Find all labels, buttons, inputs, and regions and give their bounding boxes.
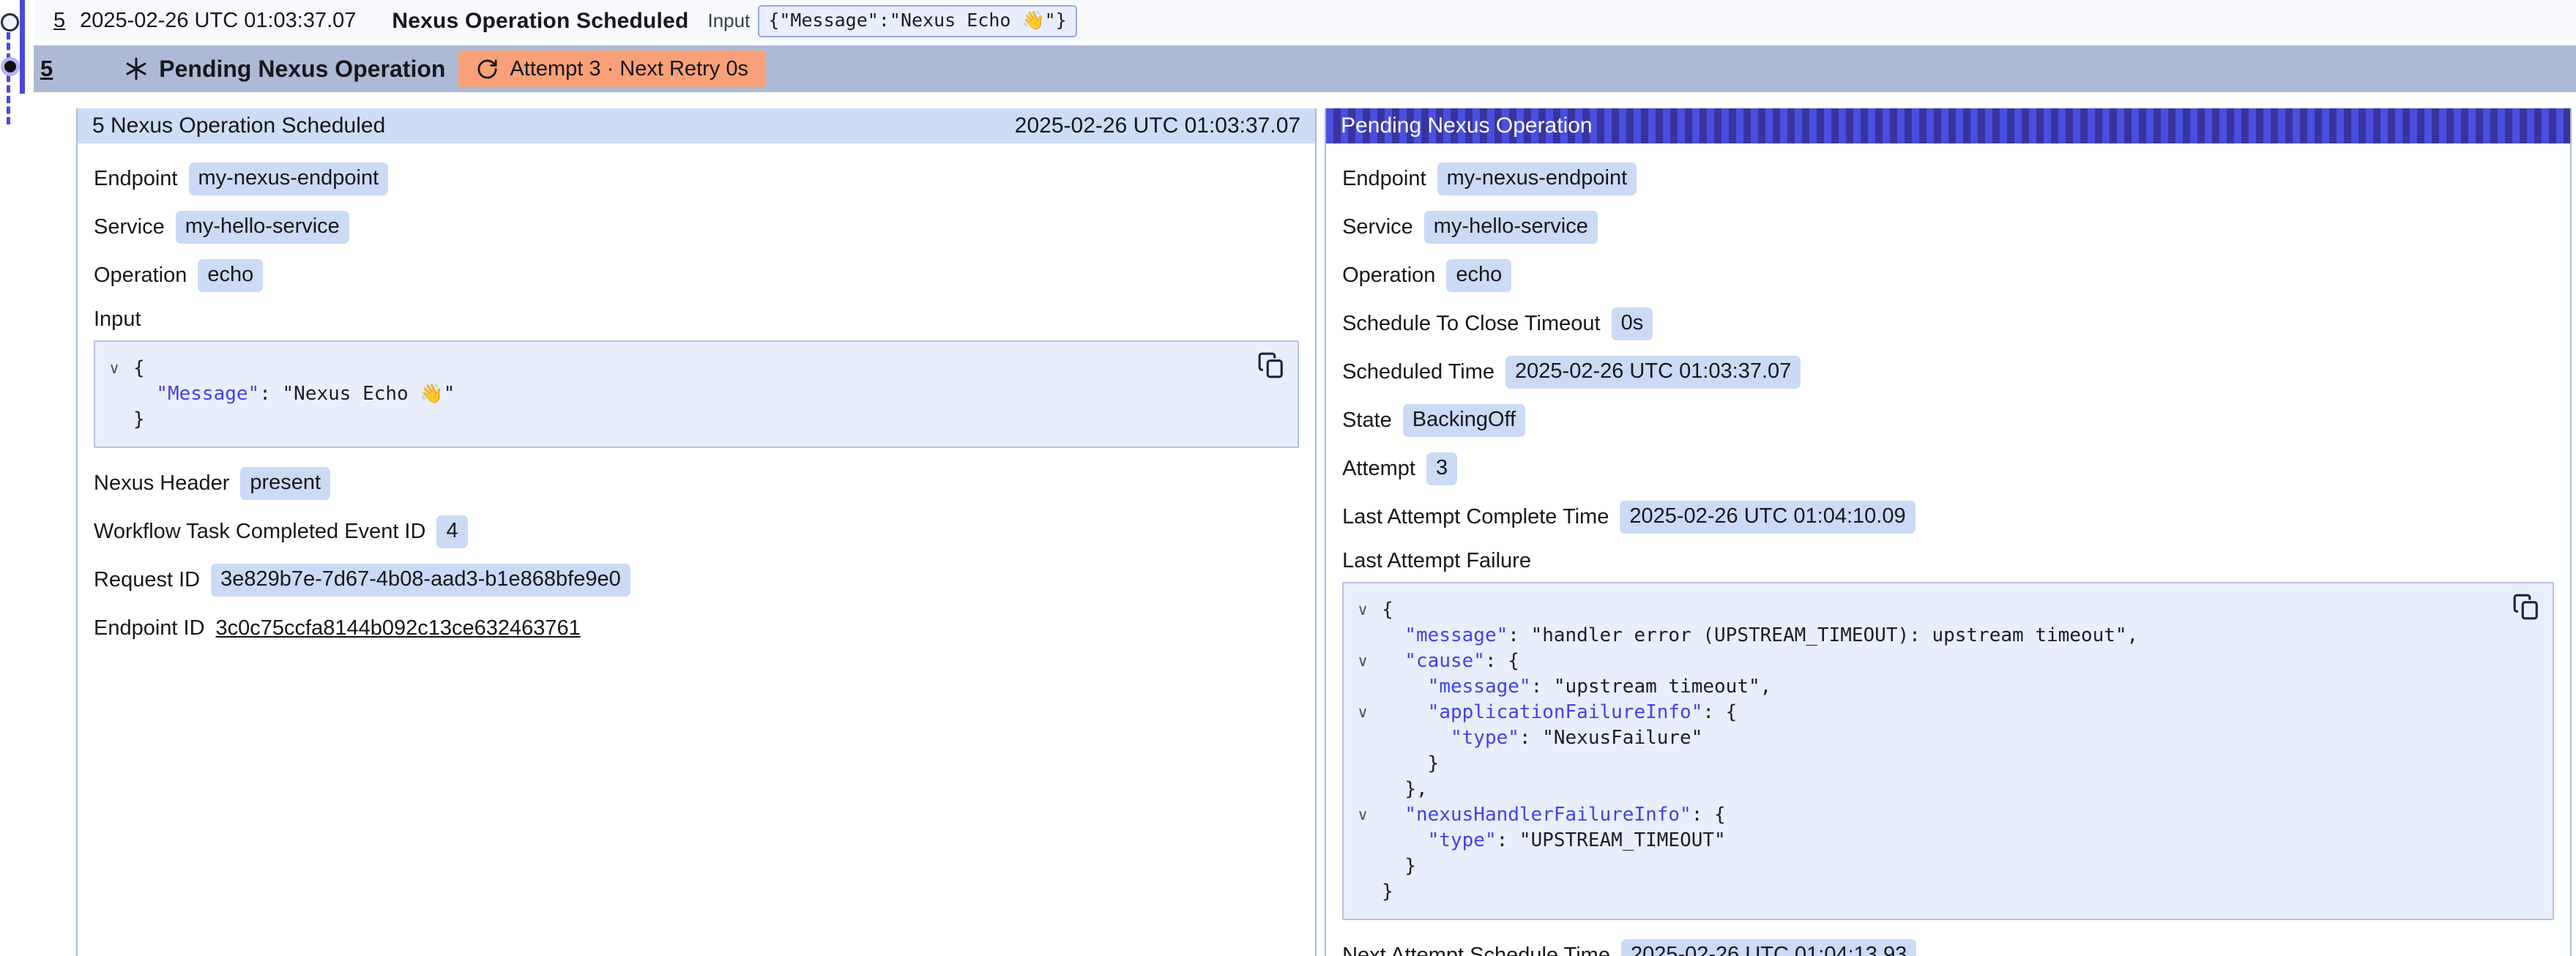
copy-button[interactable] [1257,351,1286,381]
panel-body: Endpoint my-nexus-endpoint Service my-he… [1326,143,2570,956]
event-timestamp: 2025-02-26 UTC 01:03:37.07 [80,9,356,33]
field-value-badge: present [240,467,330,500]
copy-button[interactable] [2512,593,2541,622]
attempt-badge-text: Attempt 3 · Next Retry 0s [510,57,748,81]
field-scheduled-time: Scheduled Time 2025-02-26 UTC 01:03:37.0… [1342,356,2554,389]
field-value-badge: echo [198,259,263,292]
input-code-block: ∨{∨ "Message": "Nexus Echo 👋"∨} [94,340,1299,448]
panel-header-striped: Pending Nexus Operation [1326,108,2570,143]
field-next-attempt-schedule-time: Next Attempt Schedule Time 2025-02-26 UT… [1342,939,2554,956]
field-value-badge: 3 [1426,452,1457,485]
collapse-chevron-icon[interactable]: ∨ [1344,597,1382,623]
timeline-open-node-icon [1,13,19,31]
code-line-text: "Message": "Nexus Echo 👋" [133,381,455,407]
retry-icon [476,58,499,81]
field-value-badge: my-nexus-endpoint [189,163,389,195]
timeline-active-bar [20,0,25,94]
code-line-text: } [1382,751,1439,777]
field-value-badge: my-hello-service [176,211,349,244]
last-attempt-failure-label: Last Attempt Failure [1342,549,2554,573]
field-value-badge: 2025-02-26 UTC 01:04:10.09 [1620,501,1915,534]
pending-asterisk-icon [124,56,149,81]
copy-icon [2512,593,2540,621]
field-value-badge: my-nexus-endpoint [1437,163,1637,195]
field-value-badge: BackingOff [1403,404,1525,437]
panel-nexus-operation-scheduled: 5 Nexus Operation Scheduled 2025-02-26 U… [76,108,1317,956]
collapse-chevron-icon[interactable]: ∨ [1344,802,1382,828]
code-line-text: { [1382,597,1393,623]
event-detail-panels: 5 Nexus Operation Scheduled 2025-02-26 U… [76,108,2572,956]
code-line-text: } [1382,854,1416,879]
code-line-text: }, [1382,777,1428,802]
panel-body: Endpoint my-nexus-endpoint Service my-he… [78,143,1315,644]
field-value-badge: echo [1446,259,1511,292]
code-line-text: "applicationFailureInfo": { [1382,700,1737,725]
field-value-badge: 3e829b7e-7d67-4b08-aad3-b1e868bfe9e0 [211,564,630,597]
field-service: Service my-hello-service [1342,211,2554,244]
collapse-chevron-icon[interactable]: ∨ [95,356,133,381]
field-value-badge: my-hello-service [1424,211,1598,244]
field-state: State BackingOff [1342,404,2554,437]
timeline-dashed-connector [7,32,10,124]
collapse-chevron-icon[interactable]: ∨ [1344,700,1382,725]
history-row-nexus-operation-scheduled[interactable]: 5 2025-02-26 UTC 01:03:37.07 Nexus Opera… [34,0,2576,42]
field-service: Service my-hello-service [94,211,1299,244]
panel-pending-nexus-operation: Pending Nexus Operation Endpoint my-nexu… [1325,108,2572,956]
code-line-text: } [1382,879,1393,905]
code-line-text: "message": "handler error (UPSTREAM_TIME… [1382,623,2138,649]
field-endpoint-id: Endpoint ID 3c0c75ccfa8144b092c13ce63246… [94,612,1299,644]
code-line-text: "type": "NexusFailure" [1382,725,1702,751]
panel-title: 5 Nexus Operation Scheduled [92,113,385,138]
collapse-chevron-icon[interactable]: ∨ [1344,649,1382,674]
pending-event-title: Pending Nexus Operation [159,56,445,83]
field-workflow-task-completed-event-id: Workflow Task Completed Event ID 4 [94,515,1299,548]
field-endpoint: Endpoint my-nexus-endpoint [94,163,1299,195]
field-value-badge: 4 [436,515,467,548]
field-schedule-to-close-timeout: Schedule To Close Timeout 0s [1342,307,2554,340]
panel-timestamp: 2025-02-26 UTC 01:03:37.07 [1015,113,1300,138]
field-last-attempt-complete-time: Last Attempt Complete Time 2025-02-26 UT… [1342,501,2554,534]
field-value-badge: 2025-02-26 UTC 01:04:13.93 [1621,939,1916,956]
input-preview-badge: {"Message":"Nexus Echo 👋"} [758,5,1076,37]
timeline-current-node-icon [1,57,20,76]
code-line-text: } [133,407,145,433]
field-operation: Operation echo [94,259,1299,292]
field-request-id: Request ID 3e829b7e-7d67-4b08-aad3-b1e86… [94,564,1299,597]
json-viewer: ∨{∨ "message": "handler error (UPSTREAM_… [1344,597,2494,905]
copy-icon [1257,351,1285,379]
json-viewer: ∨{∨ "Message": "Nexus Echo 👋"∨} [95,356,1239,433]
field-attempt: Attempt 3 [1342,452,2554,485]
code-line-text: "message": "upstream timeout", [1382,674,1771,700]
event-id-link[interactable]: 5 [53,9,65,33]
code-line-text: "type": "UPSTREAM_TIMEOUT" [1382,828,1726,854]
field-value-badge: 0s [1612,307,1653,340]
attempt-retry-badge: Attempt 3 · Next Retry 0s [458,51,766,88]
code-line-text: "nexusHandlerFailureInfo": { [1382,802,1726,828]
field-endpoint: Endpoint my-nexus-endpoint [1342,163,2554,195]
input-section-label: Input [94,307,1299,332]
field-nexus-header: Nexus Header present [94,467,1299,500]
failure-code-block: ∨{∨ "message": "handler error (UPSTREAM_… [1342,582,2554,920]
panel-header: 5 Nexus Operation Scheduled 2025-02-26 U… [78,108,1315,143]
field-value-badge: 2025-02-26 UTC 01:03:37.07 [1505,356,1801,389]
input-label: Input [708,10,751,32]
code-line-text: "cause": { [1382,649,1519,674]
event-id-link[interactable]: 5 [40,56,53,82]
event-title: Nexus Operation Scheduled [392,9,688,34]
panel-title: Pending Nexus Operation [1341,113,1593,138]
field-operation: Operation echo [1342,259,2554,292]
code-line-text: { [133,356,145,381]
endpoint-id-link[interactable]: 3c0c75ccfa8144b092c13ce632463761 [216,616,581,641]
event-timeline-rail [0,0,34,139]
history-row-pending-nexus-operation[interactable]: 5 Pending Nexus Operation Attempt 3 · Ne… [34,45,2576,92]
